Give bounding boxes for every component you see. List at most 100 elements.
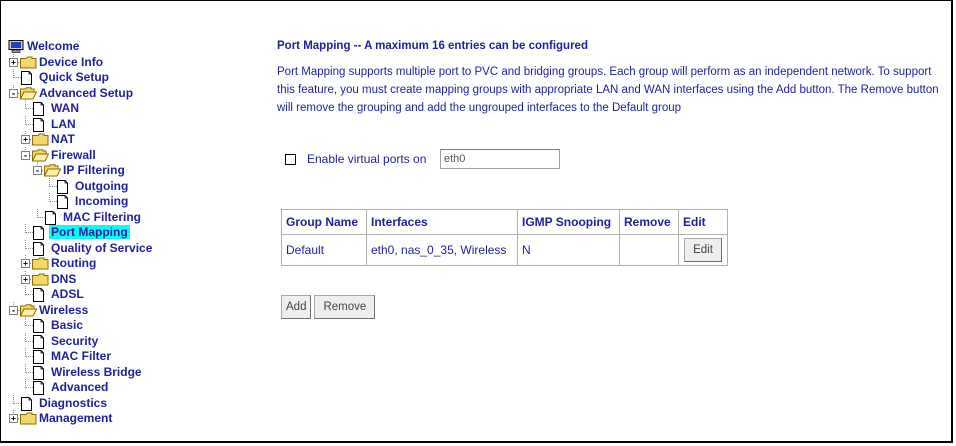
tree-item-label-wrap: DNS xyxy=(49,272,78,287)
tree-item-management[interactable]: + Management xyxy=(7,410,265,429)
tree-item-label[interactable]: Incoming xyxy=(73,194,130,208)
cell-igmp-snooping: N xyxy=(517,234,620,266)
tree-item-label[interactable]: MAC Filtering xyxy=(61,210,143,224)
tree-item-mac-filtering[interactable]: MAC Filtering xyxy=(7,208,265,226)
tree-item-label-wrap: Wireless xyxy=(37,303,90,318)
enable-virtual-ports-checkbox[interactable] xyxy=(285,154,296,165)
cell-interfaces: eth0, nas_0_35, Wireless xyxy=(366,234,518,266)
cell-remove xyxy=(619,234,679,266)
tree-item-label[interactable]: Basic xyxy=(49,318,85,332)
tree-item-label[interactable]: Outgoing xyxy=(73,179,130,193)
tree-item-adsl[interactable]: ADSL xyxy=(7,286,265,303)
tree-item-dns[interactable]: + DNS xyxy=(7,270,265,288)
tree-connector xyxy=(49,193,50,202)
header-group-name: Group Name xyxy=(281,209,367,235)
tree-item-nat[interactable]: + NAT xyxy=(7,131,265,148)
tree-item-wireless[interactable]: - Wireless xyxy=(7,301,265,319)
tree-item-advanced[interactable]: Advanced xyxy=(7,379,265,396)
tree-item-label[interactable]: Device Info xyxy=(37,55,105,69)
tree-item-label-wrap: WAN xyxy=(49,101,81,116)
tree-item-label[interactable]: Welcome xyxy=(25,39,81,53)
tree-item-wan[interactable]: WAN xyxy=(7,100,265,117)
tree-item-label-wrap: Quick Setup xyxy=(37,70,111,85)
expand-icon[interactable]: + xyxy=(21,135,30,144)
tree-item-label[interactable]: ADSL xyxy=(49,287,86,301)
folder-icon xyxy=(20,412,37,429)
tree-item-advanced-setup[interactable]: - Advanced Setup xyxy=(7,84,265,102)
tree-item-label[interactable]: Routing xyxy=(49,256,98,270)
collapse-icon[interactable]: - xyxy=(33,166,42,175)
tree-item-diagnostics[interactable]: Diagnostics xyxy=(7,394,265,412)
collapse-icon[interactable]: - xyxy=(21,150,30,160)
tree-item-wireless-bridge[interactable]: Wireless Bridge xyxy=(7,363,265,381)
tree-item-outgoing[interactable]: Outgoing xyxy=(7,177,265,195)
tree-item-port-mapping[interactable]: Port Mapping xyxy=(7,224,265,241)
tree-connector xyxy=(25,100,26,109)
tree-connector xyxy=(25,239,26,249)
tree-item-label-wrap: Management xyxy=(37,411,114,426)
header-remove: Remove xyxy=(619,209,679,235)
tree-item-label[interactable]: WAN xyxy=(49,101,81,115)
expand-icon[interactable]: + xyxy=(9,414,18,423)
tree-item-quality-of-service[interactable]: Quality of Service xyxy=(7,239,265,257)
tree-item-welcome[interactable]: Welcome xyxy=(7,39,265,55)
tree-connector xyxy=(25,332,26,342)
tree-item-label[interactable]: Advanced Setup xyxy=(37,86,135,100)
tree-item-label[interactable]: Firewall xyxy=(49,148,98,162)
tree-item-label-wrap: ADSL xyxy=(49,287,86,302)
tree-item-label[interactable]: NAT xyxy=(49,132,77,146)
tree-item-label-wrap: LAN xyxy=(49,117,78,132)
tree-item-security[interactable]: Security xyxy=(7,332,265,350)
tree-item-label[interactable]: Management xyxy=(37,411,114,425)
tree-connector xyxy=(25,348,26,357)
tree-item-label-wrap: Outgoing xyxy=(73,179,130,194)
table-header-row: Group Name Interfaces IGMP Snooping Remo… xyxy=(281,209,728,235)
tree-connector xyxy=(25,224,26,233)
tree-item-label[interactable]: Advanced xyxy=(49,380,110,394)
tree-item-label-wrap: Advanced Setup xyxy=(37,86,135,101)
tree-item-label[interactable]: Security xyxy=(49,334,100,348)
action-buttons: Add Remove xyxy=(281,295,378,319)
tree-item-label[interactable]: Port Mapping xyxy=(49,225,130,239)
tree-item-mac-filter[interactable]: MAC Filter xyxy=(7,348,265,365)
tree-item-label[interactable]: Quality of Service xyxy=(49,241,154,255)
cell-group-name: Default xyxy=(281,234,367,266)
tree-item-label-wrap: Port Mapping xyxy=(49,225,130,240)
tree-item-label-wrap: Welcome xyxy=(25,39,81,54)
tree-item-device-info[interactable]: + Device Info xyxy=(7,53,265,71)
tree-item-lan[interactable]: LAN xyxy=(7,115,265,133)
tree-item-label-wrap: Advanced xyxy=(49,380,110,395)
tree-item-routing[interactable]: + Routing xyxy=(7,255,265,272)
tree-item-label[interactable]: Quick Setup xyxy=(37,70,111,84)
tree-item-label-wrap: MAC Filter xyxy=(49,349,113,364)
remove-button[interactable]: Remove xyxy=(314,295,376,319)
tree-item-basic[interactable]: Basic xyxy=(7,317,265,334)
add-button[interactable]: Add xyxy=(281,295,312,319)
tree-item-label[interactable]: Wireless xyxy=(37,303,90,317)
cell-edit: Edit xyxy=(678,234,728,266)
navigation-tree: Welcome + Device Info Quick Setup - Advanced … xyxy=(7,39,265,427)
tree-item-ip-filtering[interactable]: - IP Filtering xyxy=(7,162,265,179)
tree-item-label[interactable]: Diagnostics xyxy=(37,396,109,410)
tree-connector xyxy=(13,69,14,78)
tree-item-label[interactable]: IP Filtering xyxy=(61,163,127,177)
collapse-icon[interactable]: - xyxy=(9,88,18,98)
tree-item-label[interactable]: Wireless Bridge xyxy=(49,365,144,379)
expand-icon[interactable]: + xyxy=(21,259,30,268)
tree-item-label[interactable]: DNS xyxy=(49,272,78,286)
tree-connector xyxy=(25,286,26,295)
tree-connector xyxy=(25,379,26,388)
tree-item-incoming[interactable]: Incoming xyxy=(7,193,265,210)
virtual-ports-interface-input[interactable] xyxy=(440,149,560,169)
header-edit: Edit xyxy=(678,209,728,235)
tree-item-label[interactable]: LAN xyxy=(49,117,78,131)
collapse-icon[interactable]: - xyxy=(9,305,18,315)
expand-icon[interactable]: + xyxy=(9,57,18,67)
tree-item-label-wrap: Device Info xyxy=(37,55,105,70)
tree-item-quick-setup[interactable]: Quick Setup xyxy=(7,69,265,86)
edit-button[interactable]: Edit xyxy=(684,238,722,262)
tree-item-label-wrap: Wireless Bridge xyxy=(49,365,144,380)
tree-item-label[interactable]: MAC Filter xyxy=(49,349,113,363)
tree-item-firewall[interactable]: - Firewall xyxy=(7,146,265,164)
expand-icon[interactable]: + xyxy=(21,274,30,284)
